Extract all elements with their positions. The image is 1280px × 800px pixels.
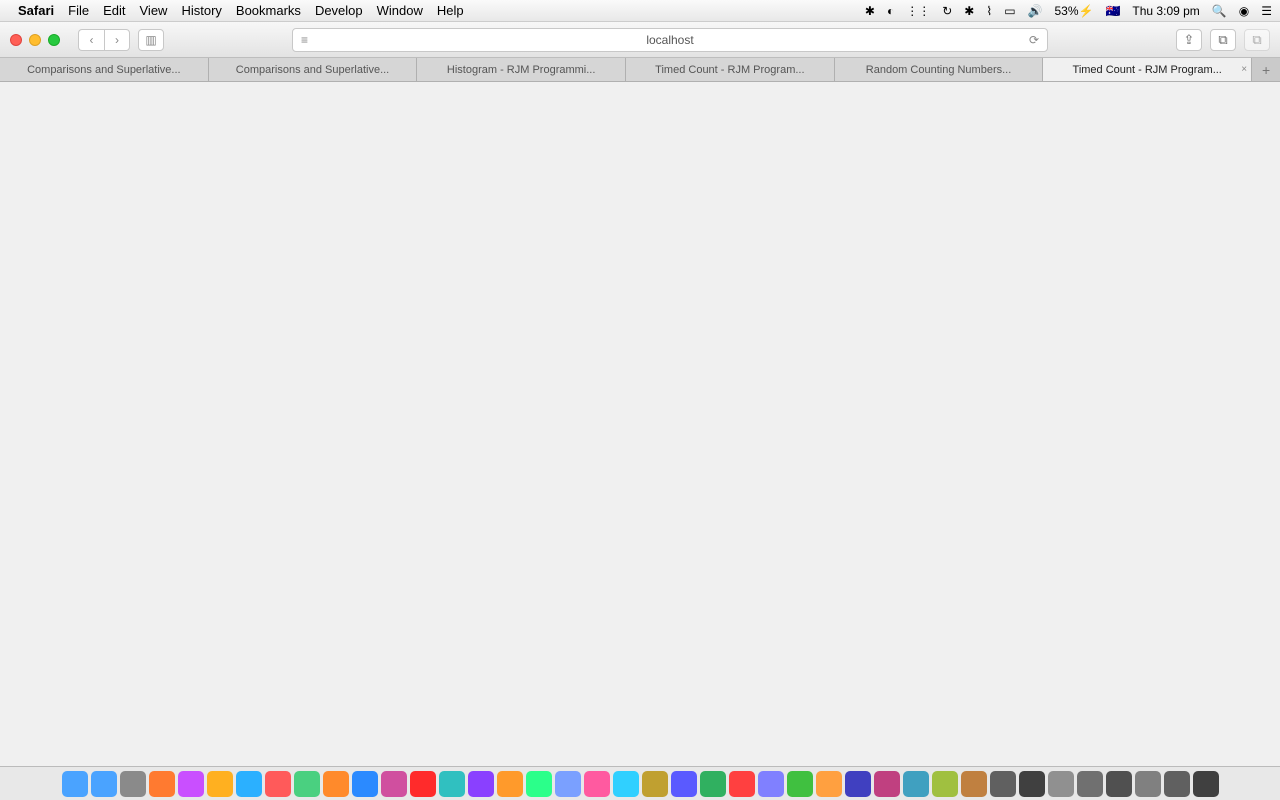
dock-app-icon[interactable] <box>178 771 204 797</box>
status-icon[interactable]: ↻ <box>942 4 952 18</box>
dock-app-icon[interactable] <box>671 771 697 797</box>
address-text: localhost <box>646 33 693 47</box>
dock-app-icon[interactable] <box>1048 771 1074 797</box>
menu-bar: Safari File Edit View History Bookmarks … <box>0 0 1280 22</box>
sidebar-button[interactable]: ▥ <box>138 29 164 51</box>
clock[interactable]: Thu 3:09 pm <box>1132 4 1199 18</box>
dock-app-icon[interactable] <box>613 771 639 797</box>
back-button[interactable]: ‹ <box>78 29 104 51</box>
bluetooth-icon[interactable]: ✱ <box>964 4 974 18</box>
browser-tab[interactable]: Histogram - RJM Programmi... <box>417 58 626 81</box>
close-window-button[interactable] <box>10 34 22 46</box>
display-icon[interactable]: ▭ <box>1004 4 1015 18</box>
address-bar[interactable]: ≡ localhost ⟳ <box>292 28 1048 52</box>
new-tab-button[interactable]: ⧉ <box>1244 29 1270 51</box>
browser-tab[interactable]: Timed Count - RJM Program... <box>626 58 835 81</box>
new-tab-button[interactable]: + <box>1252 58 1280 81</box>
dock-app-icon[interactable] <box>323 771 349 797</box>
menu-develop[interactable]: Develop <box>315 3 363 18</box>
browser-tab[interactable]: Comparisons and Superlative... <box>0 58 209 81</box>
dock-app-icon[interactable] <box>497 771 523 797</box>
reader-icon[interactable]: ≡ <box>301 33 308 47</box>
dock-app-icon[interactable] <box>642 771 668 797</box>
window-controls <box>10 34 60 46</box>
menu-window[interactable]: Window <box>377 3 423 18</box>
status-icon[interactable]: ⋮⋮ <box>906 4 930 18</box>
dock-app-icon[interactable] <box>990 771 1016 797</box>
status-icon[interactable]: ◐ <box>887 4 894 18</box>
dock-app-icon[interactable] <box>352 771 378 797</box>
flag-icon[interactable]: 🇦🇺 <box>1105 4 1120 18</box>
dock-app-icon[interactable] <box>903 771 929 797</box>
tab-strip: Comparisons and Superlative...Comparison… <box>0 58 1280 82</box>
browser-toolbar: ‹ › ▥ ≡ localhost ⟳ ⇪ ⧉ ⧉ <box>0 22 1280 58</box>
dock <box>0 766 1280 800</box>
dock-app-icon[interactable] <box>758 771 784 797</box>
dock-app-icon[interactable] <box>961 771 987 797</box>
menu-edit[interactable]: Edit <box>103 3 125 18</box>
dock-app-icon[interactable] <box>729 771 755 797</box>
dock-app-icon[interactable] <box>1106 771 1132 797</box>
tabs-button[interactable]: ⧉ <box>1210 29 1236 51</box>
dock-app-icon[interactable] <box>932 771 958 797</box>
menu-file[interactable]: File <box>68 3 89 18</box>
menu-view[interactable]: View <box>140 3 168 18</box>
dock-app-icon[interactable] <box>700 771 726 797</box>
browser-window: ‹ › ▥ ≡ localhost ⟳ ⇪ ⧉ ⧉ Comparisons an… <box>0 22 1280 82</box>
zoom-window-button[interactable] <box>48 34 60 46</box>
wifi-icon[interactable]: ⌇ <box>986 4 992 18</box>
dock-app-icon[interactable] <box>526 771 552 797</box>
browser-tab[interactable]: Timed Count - RJM Program...× <box>1043 58 1252 81</box>
dock-app-icon[interactable] <box>555 771 581 797</box>
dock-app-icon[interactable] <box>294 771 320 797</box>
minimize-window-button[interactable] <box>29 34 41 46</box>
dock-app-icon[interactable] <box>874 771 900 797</box>
dock-app-icon[interactable] <box>410 771 436 797</box>
dock-app-icon[interactable] <box>787 771 813 797</box>
dock-app-icon[interactable] <box>1019 771 1045 797</box>
reload-icon[interactable]: ⟳ <box>1029 33 1039 47</box>
dock-app-icon[interactable] <box>845 771 871 797</box>
dock-app-icon[interactable] <box>468 771 494 797</box>
dock-app-icon[interactable] <box>439 771 465 797</box>
app-name[interactable]: Safari <box>18 3 54 18</box>
dock-app-icon[interactable] <box>149 771 175 797</box>
dock-app-icon[interactable] <box>91 771 117 797</box>
siri-icon[interactable]: ◉ <box>1239 4 1249 18</box>
dock-app-icon[interactable] <box>816 771 842 797</box>
close-tab-icon[interactable]: × <box>1241 64 1247 75</box>
battery-status[interactable]: 53% ⚡ <box>1054 4 1093 18</box>
share-button[interactable]: ⇪ <box>1176 29 1202 51</box>
dock-app-icon[interactable] <box>265 771 291 797</box>
dock-app-icon[interactable] <box>584 771 610 797</box>
menu-history[interactable]: History <box>181 3 221 18</box>
dock-app-icon[interactable] <box>1077 771 1103 797</box>
notifications-icon[interactable]: ☰ <box>1261 4 1272 18</box>
status-icon[interactable]: ✱ <box>865 4 875 18</box>
menu-bookmarks[interactable]: Bookmarks <box>236 3 301 18</box>
forward-button[interactable]: › <box>104 29 130 51</box>
dock-app-icon[interactable] <box>1164 771 1190 797</box>
dock-app-icon[interactable] <box>1135 771 1161 797</box>
dock-app-icon[interactable] <box>1193 771 1219 797</box>
volume-icon[interactable]: 🔊 <box>1028 4 1043 18</box>
browser-tab[interactable]: Comparisons and Superlative... <box>209 58 418 81</box>
dock-app-icon[interactable] <box>236 771 262 797</box>
menu-help[interactable]: Help <box>437 3 464 18</box>
dock-app-icon[interactable] <box>381 771 407 797</box>
dock-app-icon[interactable] <box>120 771 146 797</box>
browser-tab[interactable]: Random Counting Numbers... <box>835 58 1044 81</box>
dock-app-icon[interactable] <box>207 771 233 797</box>
spotlight-icon[interactable]: 🔍 <box>1212 4 1227 18</box>
dock-app-icon[interactable] <box>62 771 88 797</box>
